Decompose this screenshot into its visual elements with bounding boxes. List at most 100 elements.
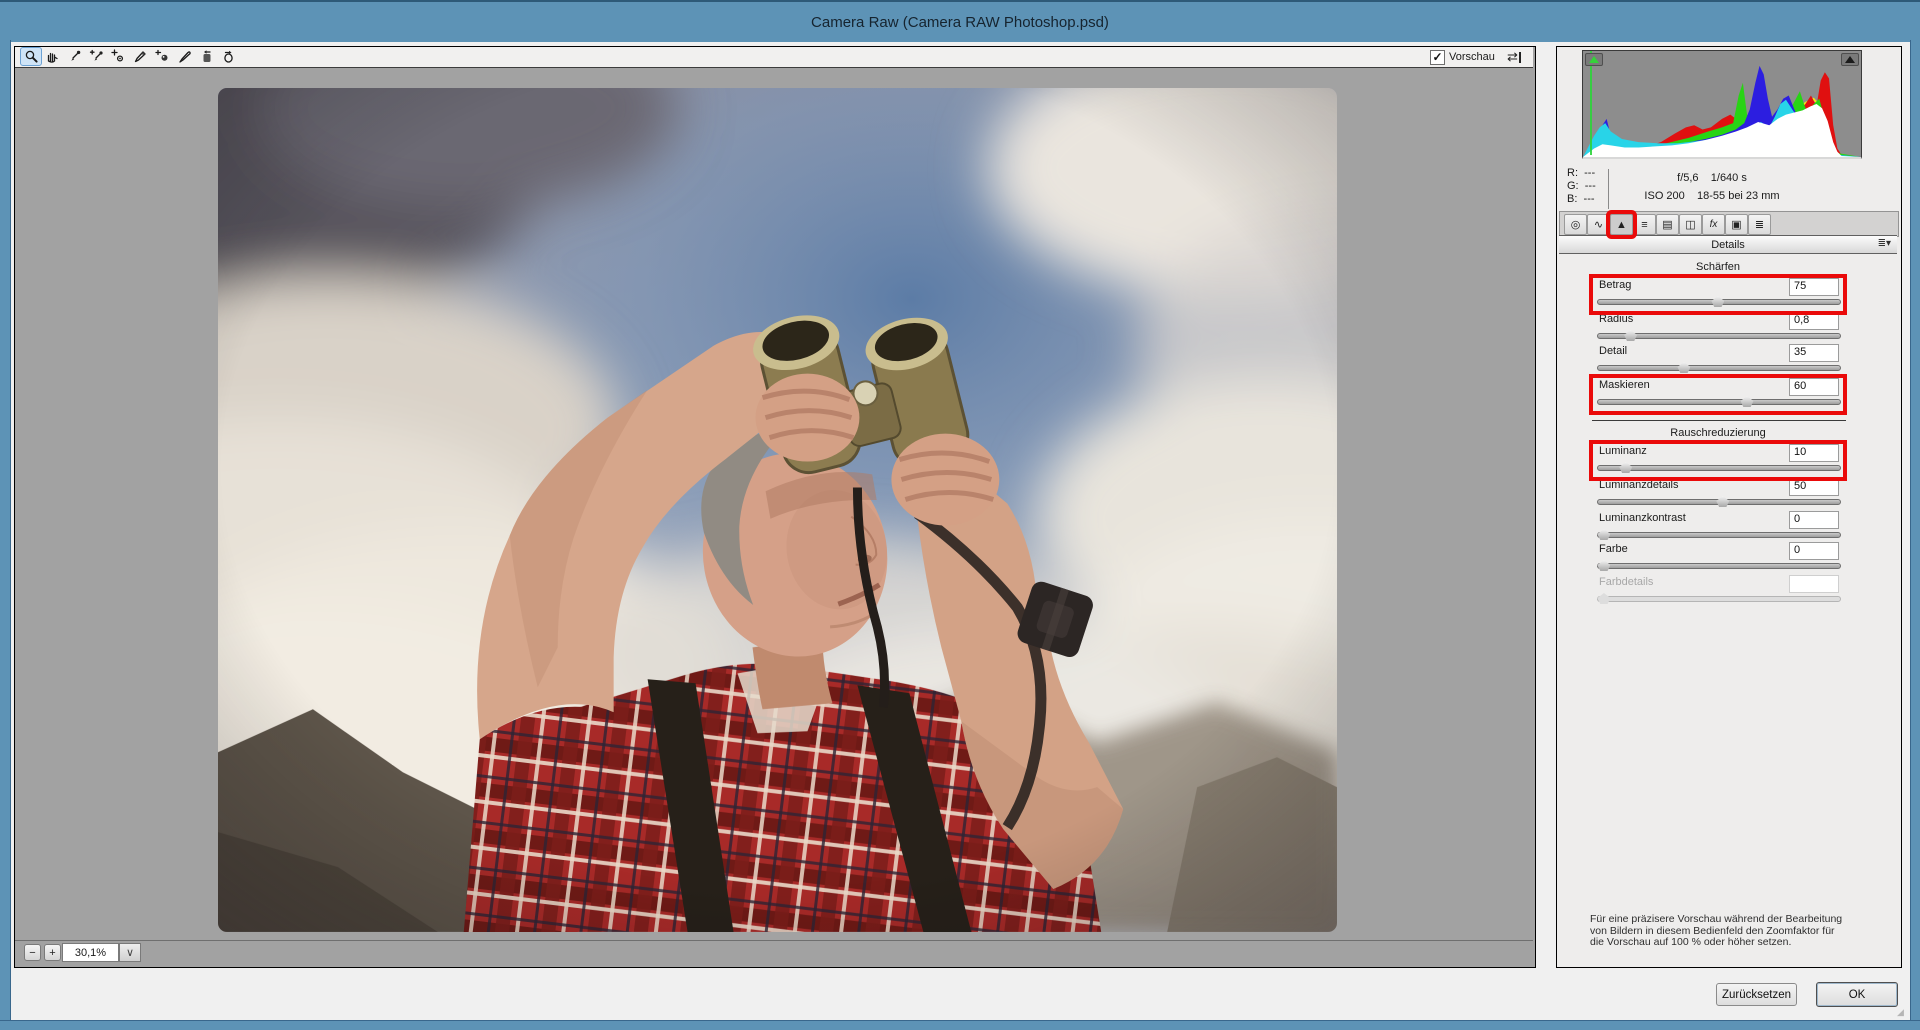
check-icon: ✓ [1432, 52, 1442, 63]
rotate-right-tool[interactable] [218, 48, 238, 65]
slider-thumb[interactable] [1677, 362, 1690, 373]
magnifier-icon [24, 49, 39, 64]
tab-vorgaben[interactable]: ≣ [1748, 214, 1771, 235]
zoom-out-button[interactable]: − [24, 944, 41, 961]
tab-grundeinstellungen[interactable]: ◎ [1564, 214, 1587, 235]
preview-checkbox[interactable]: ✓ [1430, 50, 1445, 65]
slider-track[interactable] [1597, 465, 1841, 471]
slider-thumb[interactable] [1741, 396, 1754, 407]
slider-label: Detail [1599, 345, 1627, 357]
panel-menu-icon[interactable]: ≣▾ [1878, 238, 1891, 249]
slider-row-luminanzkontrast: Luminanzkontrast 0 [1593, 511, 1843, 544]
color-sampler-tool[interactable] [86, 48, 106, 65]
slider-row-farbe: Farbe 0 [1593, 542, 1843, 575]
rgb-readout-g: G: --- [1567, 180, 1596, 192]
title-bar[interactable]: Camera Raw (Camera RAW Photoshop.psd) [0, 0, 1920, 42]
toggle-fullscreen-button[interactable]: ⇄ [1507, 49, 1521, 65]
slider-track[interactable] [1597, 596, 1841, 602]
chevron-down-icon: ∨ [126, 946, 134, 959]
slider-row-maskieren: Maskieren 60 [1593, 378, 1843, 411]
slider-row-farbdetails: Farbdetails [1593, 575, 1843, 608]
highlight-clipping-toggle[interactable] [1841, 53, 1859, 66]
slider-track[interactable] [1597, 532, 1841, 538]
highlight-clipping-icon [1845, 56, 1855, 63]
camera-raw-dialog: Camera Raw (Camera RAW Photoshop.psd) ✓ … [0, 0, 1920, 1030]
slider-value-field[interactable]: 0 [1789, 542, 1839, 560]
rgb-readout-b: B: --- [1567, 193, 1595, 205]
red-eye-tool[interactable] [152, 48, 172, 65]
slider-value-field[interactable]: 0,8 [1789, 312, 1839, 330]
slider-label: Luminanzdetails [1599, 479, 1679, 491]
image-preview[interactable] [218, 88, 1337, 932]
hand-tool[interactable] [42, 48, 62, 65]
eyedropper-plus-icon [89, 49, 104, 64]
slider-value-field[interactable]: 0 [1789, 511, 1839, 529]
slider-label: Farbdetails [1599, 576, 1653, 588]
slider-value-field[interactable]: 10 [1789, 444, 1839, 462]
resize-grip[interactable]: ◢ [1897, 1007, 1904, 1018]
slider-label: Maskieren [1599, 379, 1650, 391]
ok-button[interactable]: OK [1816, 982, 1898, 1007]
zoom-level-field[interactable]: 30,1% [62, 943, 119, 962]
adjustment-brush-tool[interactable] [174, 48, 194, 65]
slider-label: Luminanz [1599, 445, 1647, 457]
tab-teiltonung[interactable]: ▤ [1656, 214, 1679, 235]
slider-row-detail: Detail 35 [1593, 344, 1843, 377]
tab-kamerakalibrierung[interactable]: ▣ [1725, 214, 1748, 235]
slider-thumb[interactable] [1597, 560, 1610, 571]
slider-track[interactable] [1597, 563, 1841, 569]
brush-icon [133, 49, 148, 64]
window-frame-right [1910, 40, 1920, 1030]
targeted-adjustment-tool[interactable] [108, 48, 128, 65]
slider-row-luminanz: Luminanz 10 [1593, 444, 1843, 477]
slider-row-betrag: Betrag 75 [1593, 278, 1843, 311]
slider-thumb[interactable] [1619, 462, 1632, 473]
tab-hsl-graustufen[interactable]: ≡ [1633, 214, 1656, 235]
info-divider [1608, 169, 1609, 209]
slider-thumb[interactable] [1624, 330, 1637, 341]
tab-effekte[interactable]: fx [1702, 214, 1725, 235]
slider-track[interactable] [1597, 365, 1841, 371]
slider-thumb[interactable] [1597, 529, 1610, 540]
slider-value-field[interactable]: 35 [1789, 344, 1839, 362]
slider-label: Farbe [1599, 543, 1628, 555]
exif-iso-lens: ISO 200 18-55 bei 23 mm [1612, 190, 1812, 202]
tab-gradationskurve[interactable]: ∿ [1587, 214, 1610, 235]
preview-checkbox-label: Vorschau [1449, 51, 1495, 63]
section-title-schaerfen: Schärfen [1593, 261, 1843, 273]
slider-thumb[interactable] [1711, 296, 1724, 307]
spot-removal-tool[interactable] [130, 48, 150, 65]
slider-value-field[interactable]: 60 [1789, 378, 1839, 396]
histogram-chart [1583, 51, 1861, 157]
window-title: Camera Raw (Camera RAW Photoshop.psd) [811, 14, 1109, 31]
slider-value-field[interactable]: 50 [1789, 478, 1839, 496]
target-crosshair-icon [111, 49, 126, 64]
statusbar-divider [15, 940, 1533, 941]
hand-icon [45, 49, 60, 64]
window-frame-left [0, 40, 11, 1030]
reset-button[interactable]: Zurücksetzen [1716, 983, 1797, 1006]
section-divider [1592, 420, 1846, 421]
eyedropper-icon [67, 49, 82, 64]
white-balance-tool[interactable] [64, 48, 84, 65]
zoom-level-dropdown[interactable]: ∨ [119, 943, 141, 962]
slider-track[interactable] [1597, 399, 1841, 405]
zoom-tool[interactable] [20, 47, 42, 66]
slider-value-field[interactable] [1789, 575, 1839, 593]
settings-pane: R: --- G: --- B: --- f/5,6 1/640 s ISO 2… [1556, 46, 1902, 968]
rotate-left-tool[interactable] [196, 48, 216, 65]
tab-objektivkorrekturen[interactable]: ◫ [1679, 214, 1702, 235]
zoom-in-button[interactable]: + [44, 944, 61, 961]
zoom-hint-text: Für eine präzisere Vorschau während der … [1590, 914, 1846, 949]
slider-value-field[interactable]: 75 [1789, 278, 1839, 296]
rgb-readout-r: R: --- [1567, 167, 1595, 179]
slider-label: Betrag [1599, 279, 1631, 291]
slider-thumb[interactable] [1597, 593, 1610, 604]
slider-thumb[interactable] [1716, 496, 1729, 507]
pen-icon [177, 49, 192, 64]
tab-details[interactable]: ▲ [1610, 214, 1633, 235]
panel-header: Details ≣▾ [1559, 235, 1897, 254]
photo-man-with-binoculars [218, 88, 1337, 932]
shadow-clipping-toggle[interactable] [1585, 53, 1603, 66]
rotate-left-icon [199, 49, 214, 64]
